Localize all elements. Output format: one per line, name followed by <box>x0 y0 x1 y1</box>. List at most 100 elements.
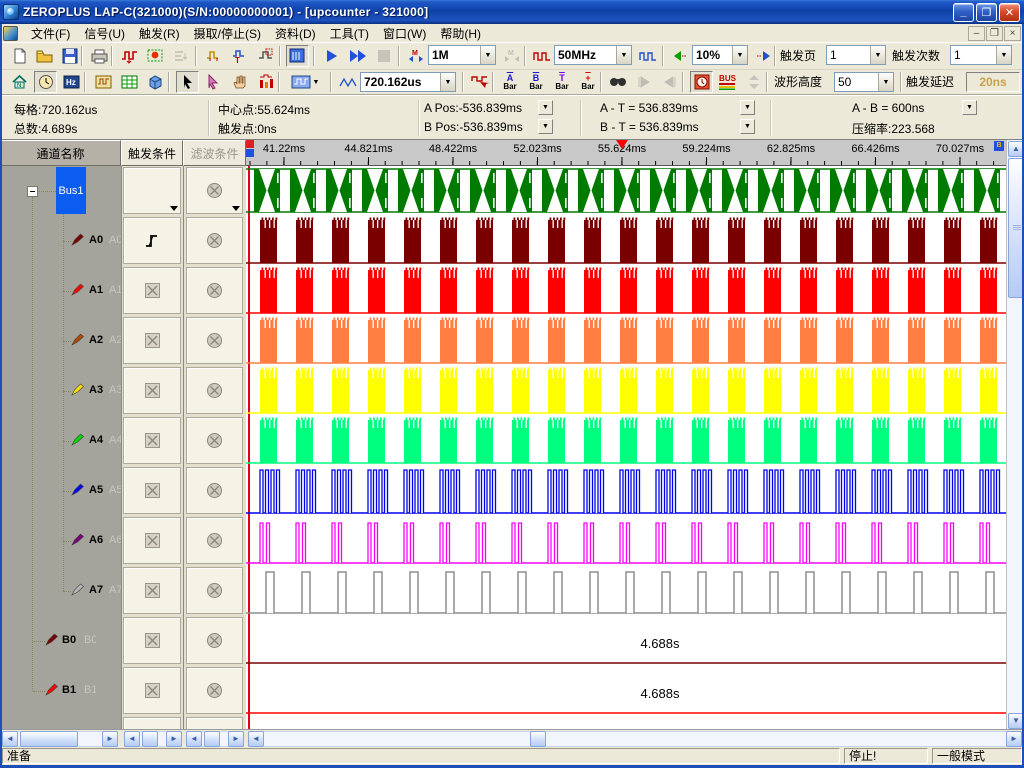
menu-trigger[interactable]: 触发(R) <box>132 23 187 44</box>
filter-cell-a3[interactable] <box>186 367 243 414</box>
trigger-cell-a7[interactable] <box>123 567 181 614</box>
a-t-dropdown[interactable]: ▼ <box>740 100 755 115</box>
waveform-canvas[interactable]: 4.688s4.688s <box>246 166 1006 729</box>
freq-down-icon[interactable] <box>530 45 553 67</box>
channel-name-a4[interactable]: A4 <box>89 434 103 446</box>
trigger-scroll-right-icon[interactable]: ► <box>166 731 182 747</box>
channel-waveform-a4[interactable] <box>246 416 1006 466</box>
channel-pen-icon-a4[interactable] <box>71 433 86 451</box>
child-close-button[interactable]: × <box>1004 26 1021 41</box>
trigger-count-combo[interactable]: 1▼ <box>950 45 1012 65</box>
time-ruler[interactable]: 41.22ms44.821ms48.422ms52.023ms55.624ms5… <box>246 140 1006 166</box>
statistics-button[interactable] <box>254 71 277 93</box>
trigger-cell-a6[interactable] <box>123 517 181 564</box>
channel-name-b0[interactable]: B0 <box>62 634 76 646</box>
depth-decrease-icon[interactable]: M <box>404 45 427 67</box>
a-pos-dropdown[interactable]: ▼ <box>538 100 553 115</box>
b-t-dropdown[interactable]: ▼ <box>740 119 755 134</box>
zoom-wave-icon[interactable] <box>336 71 359 93</box>
t-bar-button[interactable]: TBar <box>550 71 574 93</box>
trigger-cell-a1[interactable] <box>123 267 181 314</box>
stop-button[interactable] <box>372 45 395 67</box>
scroll-up-icon[interactable]: ▲ <box>1008 141 1024 157</box>
compression-button[interactable] <box>170 45 193 67</box>
minimize-button[interactable]: _ <box>953 3 974 22</box>
menu-signal[interactable]: 信号(U) <box>77 23 132 44</box>
filter-cell-a7[interactable] <box>186 567 243 614</box>
menu-data[interactable]: 资料(D) <box>268 23 323 44</box>
filter-cell-a6[interactable] <box>186 517 243 564</box>
scroll-down-icon[interactable]: ▼ <box>1008 713 1024 729</box>
refresh-rate-button[interactable] <box>690 71 713 93</box>
filter-cell-extra[interactable] <box>186 717 243 729</box>
channel-waveform-a1[interactable] <box>246 266 1006 316</box>
bus-trigger-cell[interactable] <box>123 167 181 214</box>
find-next-button[interactable] <box>658 71 681 93</box>
channel-waveform-a6[interactable] <box>246 516 1006 566</box>
restore-button[interactable]: ❐ <box>976 3 997 22</box>
channel-pen-icon-a1[interactable] <box>71 283 86 301</box>
name-scroll-right-icon[interactable]: ► <box>102 731 118 747</box>
open-file-button[interactable] <box>33 45 56 67</box>
channel-name-a2[interactable]: A2 <box>89 334 103 346</box>
home-button[interactable]: N <box>8 71 31 93</box>
b-pos-dropdown[interactable]: ▼ <box>538 119 553 134</box>
time-div-combo[interactable]: 720.162us▼ <box>360 72 456 92</box>
channel-name-a7[interactable]: A7 <box>89 584 103 596</box>
wave-scroll-left-icon[interactable]: ◄ <box>248 731 264 747</box>
waveform-window-button[interactable] <box>92 71 115 93</box>
clock-button[interactable] <box>34 71 57 93</box>
filter-cell-a5[interactable] <box>186 467 243 514</box>
channel-waveform-b1[interactable]: 4.688s <box>246 666 1006 716</box>
wave-scroll-right-icon[interactable]: ► <box>1006 731 1022 747</box>
channel-waveform-a2[interactable] <box>246 316 1006 366</box>
bus-view-button[interactable] <box>286 45 309 67</box>
width-trigger-button[interactable]: T <box>228 45 251 67</box>
bus-edit-button[interactable]: BUS <box>716 71 739 93</box>
depth-increase-icon[interactable]: M <box>500 45 523 67</box>
sample-rate-combo[interactable]: 50MHz▼ <box>554 45 632 65</box>
menu-tools[interactable]: 工具(T) <box>323 23 376 44</box>
trigger-cell-a2[interactable] <box>123 317 181 364</box>
pulse-width-trigger-button[interactable] <box>202 45 225 67</box>
channel-name-b1[interactable]: B1 <box>62 684 76 696</box>
trigger-cell-extra[interactable] <box>123 717 181 729</box>
name-scroll-thumb[interactable] <box>20 731 78 747</box>
filter-cell-a2[interactable] <box>186 317 243 364</box>
find-prev-button[interactable] <box>632 71 655 93</box>
trigger-scroll-left-icon[interactable]: ◄ <box>124 731 140 747</box>
a-bar-button[interactable]: ABar <box>498 71 522 93</box>
plus-bar-button[interactable]: +Bar <box>576 71 600 93</box>
ratio-left-icon[interactable] <box>668 45 691 67</box>
menu-acquire[interactable]: 摄取/停止(S) <box>187 23 268 44</box>
trigger-cell-a4[interactable] <box>123 417 181 464</box>
memory-depth-combo[interactable]: 1M▼ <box>428 45 496 65</box>
channel-pen-icon-a7[interactable] <box>71 583 86 601</box>
a-bar-flag[interactable] <box>246 149 254 157</box>
channel-pen-icon-a6[interactable] <box>71 533 86 551</box>
glitch-filter-button[interactable] <box>144 45 167 67</box>
trigger-cell-b0[interactable] <box>123 617 181 664</box>
t-bar-flag[interactable] <box>246 140 254 148</box>
freq-up-icon[interactable] <box>636 45 659 67</box>
vertical-scrollbar[interactable]: ▲ ▼ <box>1006 140 1024 729</box>
bus-node[interactable]: Bus1 <box>56 167 86 214</box>
navigator-button[interactable] <box>144 71 167 93</box>
filter-scroll-thumb[interactable] <box>204 731 220 747</box>
expand-collapse-button[interactable] <box>742 71 765 93</box>
hand-button[interactable] <box>228 71 251 93</box>
channel-name-a1[interactable]: A1 <box>89 284 103 296</box>
menu-help[interactable]: 帮助(H) <box>433 23 488 44</box>
channel-waveform-a7[interactable] <box>246 566 1006 616</box>
wave-scroll-thumb[interactable] <box>530 731 546 747</box>
b-bar-button[interactable]: BBar <box>524 71 548 93</box>
trigger-cell-a3[interactable] <box>123 367 181 414</box>
close-button[interactable]: ✕ <box>999 3 1020 22</box>
bus-waveform[interactable] <box>246 166 1006 216</box>
ratio-right-icon[interactable] <box>752 45 775 67</box>
noise-filter-button[interactable] <box>118 45 141 67</box>
select-cursor-button[interactable] <box>176 71 199 93</box>
b-bar-flag[interactable]: B <box>994 141 1004 151</box>
timeout-trigger-button[interactable] <box>254 45 277 67</box>
display-ratio-combo[interactable]: 10%▼ <box>692 45 748 65</box>
